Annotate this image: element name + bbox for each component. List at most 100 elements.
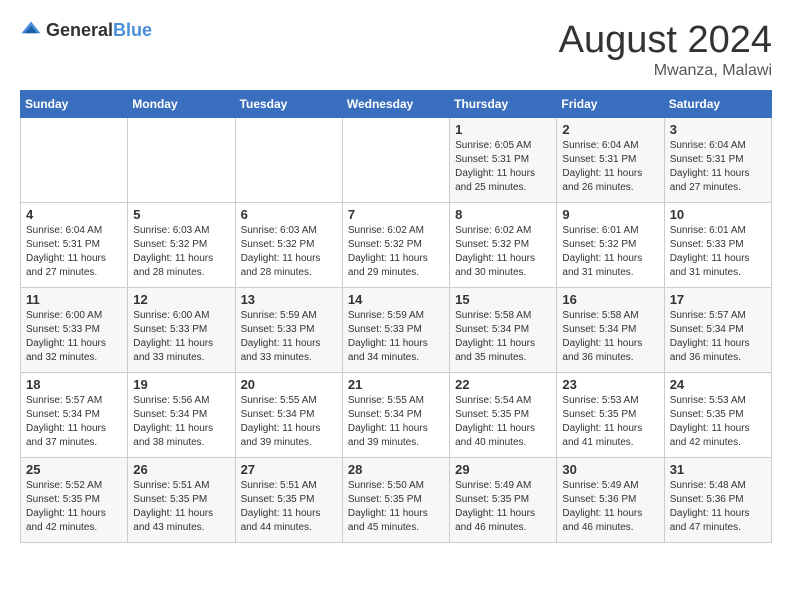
daylight-text: Daylight: 11 hours and 39 minutes. xyxy=(348,423,428,448)
cell-info: Sunrise: 6:03 AM Sunset: 5:32 PM Dayligh… xyxy=(241,224,337,280)
calendar-week-row: 18 Sunrise: 5:57 AM Sunset: 5:34 PM Dayl… xyxy=(21,372,772,457)
header-saturday: Saturday xyxy=(664,90,771,117)
cell-info: Sunrise: 5:59 AM Sunset: 5:33 PM Dayligh… xyxy=(348,309,444,365)
daylight-text: Daylight: 11 hours and 37 minutes. xyxy=(26,423,106,448)
table-row: 25 Sunrise: 5:52 AM Sunset: 5:35 PM Dayl… xyxy=(21,457,128,542)
sunrise-text: Sunrise: 6:04 AM xyxy=(670,140,746,151)
day-number: 5 xyxy=(133,207,229,222)
cell-info: Sunrise: 6:00 AM Sunset: 5:33 PM Dayligh… xyxy=(133,309,229,365)
daylight-text: Daylight: 11 hours and 34 minutes. xyxy=(348,338,428,363)
table-row: 28 Sunrise: 5:50 AM Sunset: 5:35 PM Dayl… xyxy=(342,457,449,542)
daylight-text: Daylight: 11 hours and 31 minutes. xyxy=(562,253,642,278)
sunrise-text: Sunrise: 5:52 AM xyxy=(26,480,102,491)
day-number: 16 xyxy=(562,292,658,307)
daylight-text: Daylight: 11 hours and 38 minutes. xyxy=(133,423,213,448)
table-row: 9 Sunrise: 6:01 AM Sunset: 5:32 PM Dayli… xyxy=(557,202,664,287)
day-number: 18 xyxy=(26,377,122,392)
calendar-week-row: 25 Sunrise: 5:52 AM Sunset: 5:35 PM Dayl… xyxy=(21,457,772,542)
day-number: 3 xyxy=(670,122,766,137)
cell-info: Sunrise: 5:53 AM Sunset: 5:35 PM Dayligh… xyxy=(562,394,658,450)
table-row: 19 Sunrise: 5:56 AM Sunset: 5:34 PM Dayl… xyxy=(128,372,235,457)
day-number: 24 xyxy=(670,377,766,392)
sunrise-text: Sunrise: 5:48 AM xyxy=(670,480,746,491)
sunset-text: Sunset: 5:31 PM xyxy=(455,154,529,165)
sunset-text: Sunset: 5:31 PM xyxy=(562,154,636,165)
calendar-week-row: 4 Sunrise: 6:04 AM Sunset: 5:31 PM Dayli… xyxy=(21,202,772,287)
sunset-text: Sunset: 5:32 PM xyxy=(348,239,422,250)
table-row: 11 Sunrise: 6:00 AM Sunset: 5:33 PM Dayl… xyxy=(21,287,128,372)
daylight-text: Daylight: 11 hours and 32 minutes. xyxy=(26,338,106,363)
title-block: August 2024 Mwanza, Malawi xyxy=(559,20,772,80)
cell-info: Sunrise: 6:01 AM Sunset: 5:32 PM Dayligh… xyxy=(562,224,658,280)
cell-info: Sunrise: 5:50 AM Sunset: 5:35 PM Dayligh… xyxy=(348,479,444,535)
table-row: 22 Sunrise: 5:54 AM Sunset: 5:35 PM Dayl… xyxy=(450,372,557,457)
sunset-text: Sunset: 5:35 PM xyxy=(348,494,422,505)
sunrise-text: Sunrise: 5:57 AM xyxy=(26,395,102,406)
sunset-text: Sunset: 5:32 PM xyxy=(241,239,315,250)
daylight-text: Daylight: 11 hours and 27 minutes. xyxy=(670,168,750,193)
sunrise-text: Sunrise: 5:53 AM xyxy=(562,395,638,406)
sunrise-text: Sunrise: 5:56 AM xyxy=(133,395,209,406)
page-header: GeneralBlue August 2024 Mwanza, Malawi xyxy=(20,20,772,80)
cell-info: Sunrise: 6:02 AM Sunset: 5:32 PM Dayligh… xyxy=(455,224,551,280)
sunset-text: Sunset: 5:32 PM xyxy=(133,239,207,250)
sunset-text: Sunset: 5:33 PM xyxy=(348,324,422,335)
logo: GeneralBlue xyxy=(20,20,152,42)
day-number: 7 xyxy=(348,207,444,222)
day-number: 26 xyxy=(133,462,229,477)
calendar-header-row: Sunday Monday Tuesday Wednesday Thursday… xyxy=(21,90,772,117)
sunrise-text: Sunrise: 5:55 AM xyxy=(241,395,317,406)
day-number: 1 xyxy=(455,122,551,137)
sunset-text: Sunset: 5:34 PM xyxy=(562,324,636,335)
cell-info: Sunrise: 5:58 AM Sunset: 5:34 PM Dayligh… xyxy=(455,309,551,365)
cell-info: Sunrise: 5:58 AM Sunset: 5:34 PM Dayligh… xyxy=(562,309,658,365)
cell-info: Sunrise: 5:55 AM Sunset: 5:34 PM Dayligh… xyxy=(348,394,444,450)
day-number: 14 xyxy=(348,292,444,307)
day-number: 20 xyxy=(241,377,337,392)
header-thursday: Thursday xyxy=(450,90,557,117)
sunrise-text: Sunrise: 6:02 AM xyxy=(348,225,424,236)
day-number: 30 xyxy=(562,462,658,477)
cell-info: Sunrise: 5:56 AM Sunset: 5:34 PM Dayligh… xyxy=(133,394,229,450)
table-row: 26 Sunrise: 5:51 AM Sunset: 5:35 PM Dayl… xyxy=(128,457,235,542)
sunrise-text: Sunrise: 5:58 AM xyxy=(455,310,531,321)
daylight-text: Daylight: 11 hours and 33 minutes. xyxy=(133,338,213,363)
header-sunday: Sunday xyxy=(21,90,128,117)
header-monday: Monday xyxy=(128,90,235,117)
cell-info: Sunrise: 6:05 AM Sunset: 5:31 PM Dayligh… xyxy=(455,139,551,195)
day-number: 10 xyxy=(670,207,766,222)
day-number: 13 xyxy=(241,292,337,307)
daylight-text: Daylight: 11 hours and 36 minutes. xyxy=(562,338,642,363)
sunset-text: Sunset: 5:32 PM xyxy=(562,239,636,250)
cell-info: Sunrise: 5:51 AM Sunset: 5:35 PM Dayligh… xyxy=(241,479,337,535)
table-row: 16 Sunrise: 5:58 AM Sunset: 5:34 PM Dayl… xyxy=(557,287,664,372)
sunset-text: Sunset: 5:34 PM xyxy=(241,409,315,420)
daylight-text: Daylight: 11 hours and 28 minutes. xyxy=(241,253,321,278)
day-number: 23 xyxy=(562,377,658,392)
sunset-text: Sunset: 5:31 PM xyxy=(26,239,100,250)
cell-info: Sunrise: 6:04 AM Sunset: 5:31 PM Dayligh… xyxy=(670,139,766,195)
cell-info: Sunrise: 5:55 AM Sunset: 5:34 PM Dayligh… xyxy=(241,394,337,450)
sunset-text: Sunset: 5:35 PM xyxy=(26,494,100,505)
day-number: 4 xyxy=(26,207,122,222)
day-number: 11 xyxy=(26,292,122,307)
calendar-week-row: 11 Sunrise: 6:00 AM Sunset: 5:33 PM Dayl… xyxy=(21,287,772,372)
day-number: 27 xyxy=(241,462,337,477)
sunrise-text: Sunrise: 6:00 AM xyxy=(133,310,209,321)
day-number: 22 xyxy=(455,377,551,392)
day-number: 25 xyxy=(26,462,122,477)
table-row: 27 Sunrise: 5:51 AM Sunset: 5:35 PM Dayl… xyxy=(235,457,342,542)
header-tuesday: Tuesday xyxy=(235,90,342,117)
table-row: 15 Sunrise: 5:58 AM Sunset: 5:34 PM Dayl… xyxy=(450,287,557,372)
sunrise-text: Sunrise: 5:51 AM xyxy=(241,480,317,491)
cell-info: Sunrise: 5:54 AM Sunset: 5:35 PM Dayligh… xyxy=(455,394,551,450)
sunrise-text: Sunrise: 5:51 AM xyxy=(133,480,209,491)
table-row: 7 Sunrise: 6:02 AM Sunset: 5:32 PM Dayli… xyxy=(342,202,449,287)
sunrise-text: Sunrise: 5:53 AM xyxy=(670,395,746,406)
cell-info: Sunrise: 6:03 AM Sunset: 5:32 PM Dayligh… xyxy=(133,224,229,280)
table-row xyxy=(21,117,128,202)
header-wednesday: Wednesday xyxy=(342,90,449,117)
cell-info: Sunrise: 6:02 AM Sunset: 5:32 PM Dayligh… xyxy=(348,224,444,280)
cell-info: Sunrise: 5:52 AM Sunset: 5:35 PM Dayligh… xyxy=(26,479,122,535)
sunset-text: Sunset: 5:34 PM xyxy=(133,409,207,420)
